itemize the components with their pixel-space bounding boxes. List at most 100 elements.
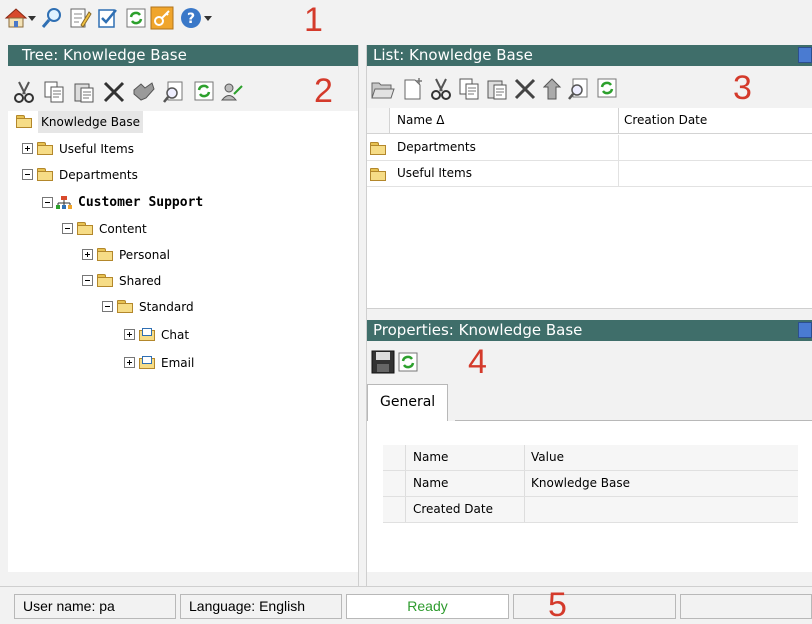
horizontal-splitter[interactable]: [367, 308, 812, 320]
tree-node-useful-items[interactable]: Useful Items: [8, 138, 208, 160]
expand-icon[interactable]: [82, 249, 93, 260]
move-up-icon[interactable]: [543, 77, 565, 101]
maximize-icon[interactable]: [798, 322, 812, 338]
callout-3: 3: [733, 69, 752, 107]
tree-node-label: Departments: [59, 168, 138, 182]
row-name: Useful Items: [397, 166, 472, 180]
folder-icon: [77, 222, 93, 235]
table-row[interactable]: Departments: [367, 135, 812, 161]
find-icon[interactable]: [162, 80, 186, 104]
maximize-icon[interactable]: [798, 47, 812, 63]
dropdown-arrow-icon[interactable]: [28, 16, 36, 22]
refresh-icon[interactable]: [597, 78, 617, 98]
property-name: Created Date: [413, 502, 493, 516]
help-icon[interactable]: ?: [180, 7, 202, 29]
new-document-icon[interactable]: [401, 77, 425, 101]
copy-icon[interactable]: [457, 77, 481, 101]
folder-icon: [37, 142, 53, 155]
handshake-icon[interactable]: [132, 80, 156, 104]
delete-icon[interactable]: [102, 80, 126, 104]
tree-node-shared[interactable]: Shared: [8, 270, 228, 292]
cut-icon[interactable]: [12, 80, 36, 104]
vertical-splitter[interactable]: [358, 45, 367, 586]
refresh-icon[interactable]: [126, 8, 146, 28]
paste-icon[interactable]: [485, 77, 509, 101]
tree-node-label: Personal: [119, 248, 171, 262]
list-grid: Name Δ Creation Date Departments Useful …: [367, 108, 812, 308]
folder-icon: [16, 115, 32, 128]
collapse-icon[interactable]: [22, 169, 33, 180]
edit-document-icon[interactable]: [68, 6, 92, 30]
column-header-value: Value: [531, 450, 564, 464]
folder-icon: [117, 300, 133, 313]
tree-toolbar: 2: [8, 66, 358, 111]
tree-node-knowledge-base[interactable]: Knowledge Base: [8, 111, 158, 133]
column-header-name: Name: [413, 450, 449, 464]
tree-view: Knowledge Base Useful Items Departments …: [8, 111, 358, 572]
folder-icon: [370, 168, 386, 181]
tree-node-label: Knowledge Base: [38, 111, 143, 133]
table-row[interactable]: Useful Items: [367, 161, 812, 187]
tree-node-label: Customer Support: [78, 195, 204, 210]
tree-node-label: Email: [161, 356, 195, 370]
search-icon[interactable]: [40, 6, 64, 30]
tree-node-label: Chat: [161, 328, 190, 342]
properties-view: General Name Value Name Knowledge Base C…: [367, 384, 812, 572]
dropdown-arrow-icon[interactable]: [204, 16, 212, 22]
key-icon[interactable]: [150, 6, 174, 30]
tree-node-chat[interactable]: Chat: [8, 324, 248, 346]
expand-icon[interactable]: [124, 357, 135, 368]
paste-icon[interactable]: [72, 80, 96, 104]
department-icon: [56, 196, 72, 209]
tree-node-personal[interactable]: Personal: [8, 244, 228, 266]
column-header-name[interactable]: Name Δ: [397, 108, 444, 133]
grid-header: Name Value: [383, 445, 798, 471]
tree-node-email[interactable]: Email: [8, 352, 248, 374]
properties-toolbar: 4: [367, 341, 812, 384]
properties-panel-title: Properties: Knowledge Base: [367, 320, 812, 341]
property-value[interactable]: Knowledge Base: [531, 471, 630, 496]
refresh-icon[interactable]: [398, 352, 418, 372]
save-icon[interactable]: [371, 350, 395, 374]
copy-icon[interactable]: [42, 80, 66, 104]
column-header-creation-date[interactable]: Creation Date: [624, 108, 707, 133]
open-folder-icon[interactable]: [371, 78, 395, 100]
expand-icon[interactable]: [124, 329, 135, 340]
list-toolbar: 3: [367, 66, 812, 108]
find-icon[interactable]: [567, 77, 591, 101]
list-panel-title: List: Knowledge Base: [367, 45, 812, 66]
collapse-icon[interactable]: [42, 197, 53, 208]
collapse-icon[interactable]: [82, 275, 93, 286]
status-user: User name: pa: [14, 594, 176, 619]
collapse-icon[interactable]: [62, 223, 73, 234]
cut-icon[interactable]: [429, 77, 453, 101]
callout-4: 4: [468, 343, 487, 381]
row-name: Departments: [397, 140, 476, 154]
status-language: Language: English: [180, 594, 342, 619]
tree-node-content[interactable]: Content: [8, 218, 208, 240]
tree-node-standard[interactable]: Standard: [8, 296, 248, 318]
permissions-icon[interactable]: [220, 80, 244, 104]
folder-icon: [97, 248, 113, 261]
delete-icon[interactable]: [513, 77, 537, 101]
status-empty-2: [680, 594, 812, 619]
category-folder-icon: [139, 356, 155, 369]
folder-icon: [37, 168, 53, 181]
svg-text:?: ?: [187, 11, 195, 27]
property-name: Name: [413, 476, 449, 490]
refresh-icon[interactable]: [194, 81, 214, 101]
properties-panel-title-text: Properties: Knowledge Base: [373, 321, 583, 339]
property-row[interactable]: Created Date: [383, 497, 798, 523]
tree-node-customer-support[interactable]: Customer Support: [8, 192, 268, 214]
tab-general[interactable]: General: [367, 384, 449, 421]
folder-icon: [370, 142, 386, 155]
collapse-icon[interactable]: [102, 301, 113, 312]
checklist-icon[interactable]: [96, 6, 120, 30]
home-icon[interactable]: [4, 6, 28, 30]
tree-panel-title: Tree: Knowledge Base: [8, 45, 358, 66]
tree-node-departments[interactable]: Departments: [8, 164, 208, 186]
status-empty-1: [513, 594, 676, 619]
tree-node-label: Shared: [119, 274, 162, 288]
expand-icon[interactable]: [22, 143, 33, 154]
property-row[interactable]: Name Knowledge Base: [383, 471, 798, 497]
